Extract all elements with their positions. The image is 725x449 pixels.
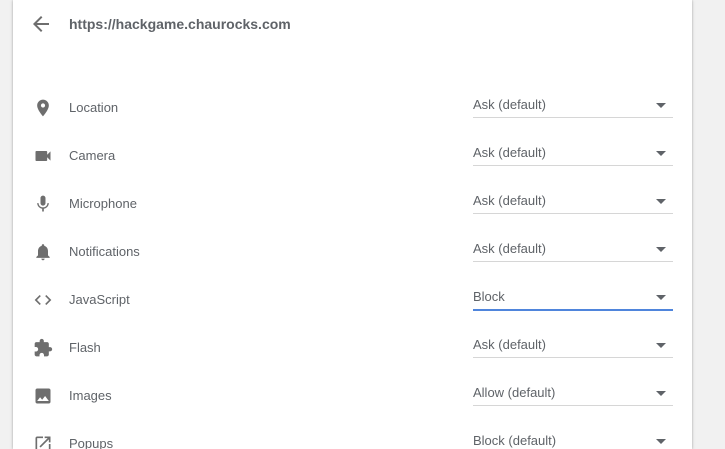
dropdown-arrow-icon bbox=[656, 343, 666, 348]
images-select[interactable]: Allow (default) bbox=[473, 379, 673, 406]
microphone-select[interactable]: Ask (default) bbox=[473, 187, 673, 214]
site-settings-header: https://hackgame.chaurocks.com bbox=[13, 0, 692, 48]
permission-row-camera: Camera Ask (default) bbox=[13, 134, 692, 182]
puzzle-piece-icon bbox=[33, 338, 53, 358]
permission-row-flash: Flash Ask (default) bbox=[13, 326, 692, 374]
flash-select-value: Ask (default) bbox=[473, 337, 546, 352]
permission-row-location: Location Ask (default) bbox=[13, 86, 692, 134]
permission-label-microphone: Microphone bbox=[69, 196, 137, 211]
microphone-icon bbox=[33, 194, 53, 214]
back-button[interactable] bbox=[29, 12, 53, 36]
notifications-select-value: Ask (default) bbox=[473, 241, 546, 256]
permission-label-location: Location bbox=[69, 100, 119, 115]
location-pin-icon bbox=[33, 98, 53, 118]
dropdown-arrow-icon bbox=[656, 151, 666, 156]
permission-label-images: Images bbox=[69, 388, 112, 403]
javascript-select[interactable]: Block bbox=[473, 283, 673, 311]
location-select[interactable]: Ask (default) bbox=[473, 91, 673, 118]
open-in-new-icon bbox=[33, 434, 53, 449]
bell-icon bbox=[33, 242, 53, 262]
dropdown-arrow-icon bbox=[656, 295, 666, 300]
images-select-value: Allow (default) bbox=[473, 385, 556, 400]
permission-label-camera: Camera bbox=[69, 148, 116, 163]
popups-select-value: Block (default) bbox=[473, 433, 557, 448]
dropdown-arrow-icon bbox=[656, 247, 666, 252]
arrow-back-icon bbox=[33, 16, 49, 32]
dropdown-arrow-icon bbox=[656, 199, 666, 204]
permission-row-javascript: JavaScript Block bbox=[13, 278, 692, 326]
image-icon bbox=[33, 386, 53, 406]
popups-select[interactable]: Block (default) bbox=[473, 427, 673, 449]
permission-row-popups: Popups Block (default) bbox=[13, 422, 692, 449]
permission-label-flash: Flash bbox=[69, 340, 101, 355]
permission-label-popups: Popups bbox=[69, 436, 114, 449]
notifications-select[interactable]: Ask (default) bbox=[473, 235, 673, 262]
dropdown-arrow-icon bbox=[656, 391, 666, 396]
camera-select-value: Ask (default) bbox=[473, 145, 546, 160]
permission-label-javascript: JavaScript bbox=[69, 292, 130, 307]
site-settings-panel: https://hackgame.chaurocks.com Location … bbox=[13, 0, 692, 449]
dropdown-arrow-icon bbox=[656, 103, 666, 108]
permission-row-images: Images Allow (default) bbox=[13, 374, 692, 422]
permission-row-microphone: Microphone Ask (default) bbox=[13, 182, 692, 230]
dropdown-arrow-icon bbox=[656, 439, 666, 444]
camera-select[interactable]: Ask (default) bbox=[473, 139, 673, 166]
camera-icon bbox=[33, 146, 53, 166]
microphone-select-value: Ask (default) bbox=[473, 193, 546, 208]
permission-row-notifications: Notifications Ask (default) bbox=[13, 230, 692, 278]
location-select-value: Ask (default) bbox=[473, 97, 546, 112]
code-brackets-icon bbox=[33, 290, 53, 310]
site-url: https://hackgame.chaurocks.com bbox=[69, 16, 291, 32]
flash-select[interactable]: Ask (default) bbox=[473, 331, 673, 358]
javascript-select-value: Block bbox=[473, 289, 505, 304]
permission-label-notifications: Notifications bbox=[69, 244, 140, 259]
